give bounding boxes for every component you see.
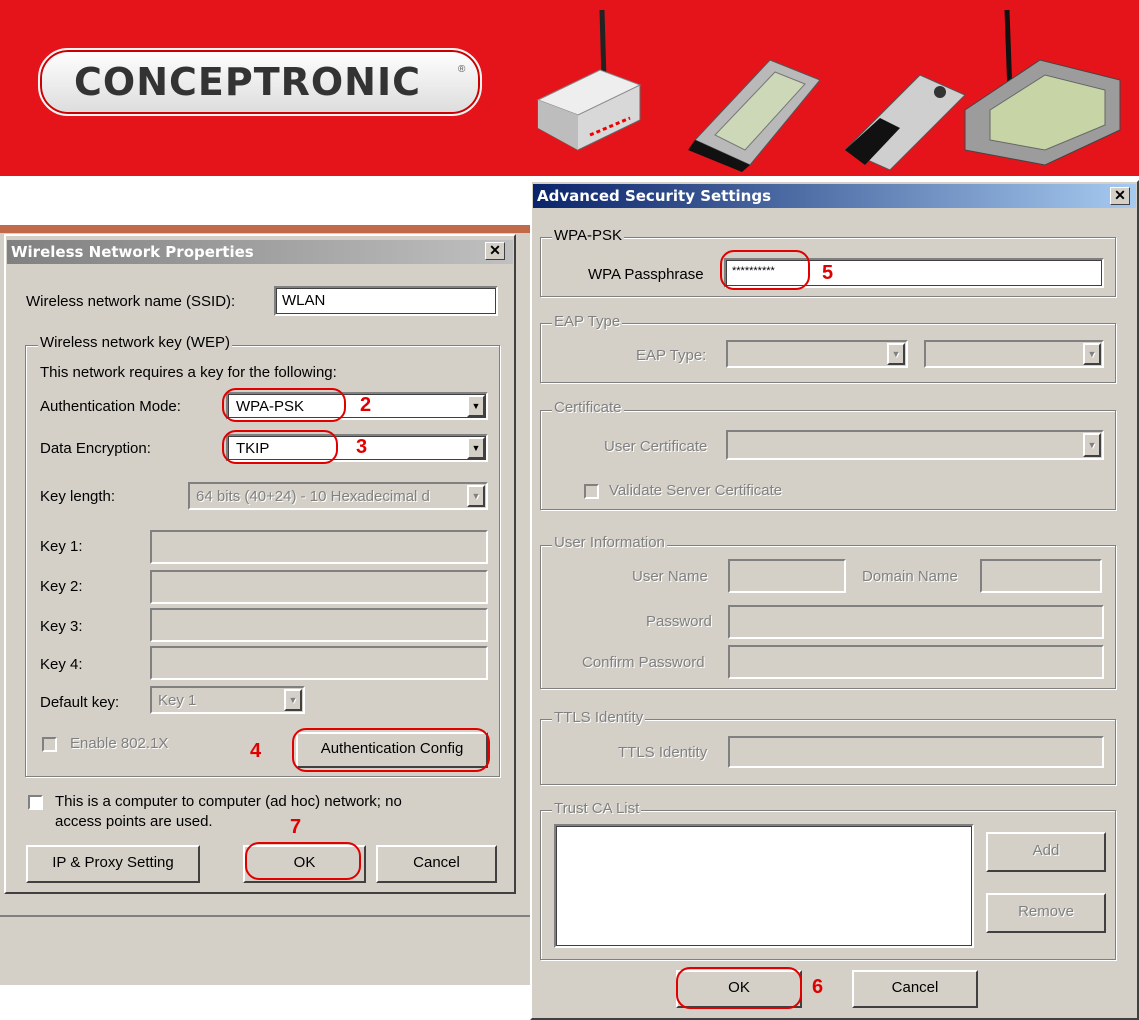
user-cert-label: User Certificate: [604, 438, 708, 455]
annotation-4: 4: [250, 740, 262, 762]
domain-name-label: Domain Name: [862, 568, 958, 585]
certificate-group-legend: Certificate: [552, 399, 624, 416]
domain-name-input[interactable]: [980, 559, 1102, 593]
wnp-cancel-button[interactable]: Cancel: [376, 845, 497, 883]
annotation-oval-auth-config: [292, 728, 490, 772]
enable-8021x-label: Enable 802.1X: [70, 735, 169, 752]
dropdown-arrow-icon[interactable]: ▼: [1083, 343, 1101, 365]
user-cert-select[interactable]: ▼: [726, 430, 1104, 460]
dropdown-arrow-icon[interactable]: ▼: [284, 689, 302, 711]
passphrase-label: WPA Passphrase: [588, 266, 704, 283]
background-divider: [0, 915, 530, 917]
key2-label: Key 2:: [40, 578, 83, 595]
dropdown-arrow-icon[interactable]: ▼: [887, 343, 905, 365]
pci-card-image: [964, 9, 1121, 166]
ass-title: Advanced Security Settings: [537, 187, 772, 205]
password-label: Password: [646, 613, 712, 630]
annotation-3: 3: [356, 436, 368, 458]
ttls-group-legend: TTLS Identity: [552, 709, 646, 726]
ssid-value: WLAN: [282, 292, 326, 309]
adhoc-text-1: This is a computer to computer (ad hoc) …: [55, 793, 402, 810]
remove-button[interactable]: Remove: [986, 893, 1106, 933]
key1-input[interactable]: [150, 530, 488, 564]
encryption-label: Data Encryption:: [40, 440, 151, 457]
ass-titlebar: Advanced Security Settings: [533, 184, 1136, 208]
annotation-oval-auth-mode: [222, 388, 346, 422]
key-length-value: 64 bits (40+24) - 10 Hexadecimal d: [196, 488, 430, 505]
wnp-titlebar: Wireless Network Properties: [7, 240, 513, 264]
pcmcia-card-image: [688, 59, 821, 172]
default-key-value: Key 1: [158, 692, 197, 709]
default-key-select[interactable]: Key 1 ▼: [150, 686, 305, 714]
wnp-close-icon[interactable]: ✕: [485, 242, 505, 260]
ip-proxy-button[interactable]: IP & Proxy Setting: [26, 845, 200, 883]
dropdown-arrow-icon[interactable]: ▼: [467, 485, 485, 507]
wnp-cancel-label: Cancel: [413, 854, 460, 871]
validate-server-cert-checkbox[interactable]: [584, 484, 599, 499]
eap-type-select[interactable]: ▼: [726, 340, 908, 368]
dropdown-arrow-icon[interactable]: ▼: [467, 437, 485, 459]
ass-cancel-label: Cancel: [891, 979, 939, 996]
annotation-5: 5: [822, 262, 834, 284]
usb-adapter-image: [844, 74, 966, 171]
add-label: Add: [1032, 842, 1060, 859]
dropdown-arrow-icon[interactable]: ▼: [467, 395, 485, 417]
annotation-6: 6: [812, 976, 824, 998]
validate-server-cert-label: Validate Server Certificate: [609, 482, 783, 499]
enable-8021x-checkbox[interactable]: [42, 737, 57, 752]
adhoc-checkbox[interactable]: [28, 795, 43, 810]
add-button[interactable]: Add: [986, 832, 1106, 872]
dropdown-arrow-icon[interactable]: ▼: [1083, 433, 1101, 457]
adhoc-text-2: access points are used.: [55, 813, 213, 830]
ssid-input[interactable]: WLAN: [274, 286, 498, 316]
trademark-mark: ®: [458, 64, 466, 75]
wpapsk-group-legend: WPA-PSK: [552, 227, 625, 244]
confirm-password-input[interactable]: [728, 645, 1104, 679]
ass-close-icon[interactable]: ✕: [1110, 187, 1130, 205]
eap-subtype-select[interactable]: ▼: [924, 340, 1104, 368]
annotation-oval-ass-ok: [676, 967, 802, 1009]
key4-input[interactable]: [150, 646, 488, 680]
ssid-label: Wireless network name (SSID):: [26, 293, 236, 310]
annotation-oval-encryption: [222, 430, 338, 464]
router-image: [536, 9, 642, 151]
ttls-label: TTLS Identity: [618, 744, 708, 761]
ip-proxy-label: IP & Proxy Setting: [52, 854, 174, 871]
eap-type-label: EAP Type:: [636, 347, 707, 364]
confirm-password-label: Confirm Password: [582, 654, 705, 671]
ttls-input[interactable]: [728, 736, 1104, 768]
annotation-oval-passphrase: [720, 250, 810, 290]
wep-group-legend: Wireless network key (WEP): [38, 334, 233, 351]
background-bottom: [0, 985, 530, 1020]
key-length-label: Key length:: [40, 488, 116, 505]
key3-label: Key 3:: [40, 618, 83, 635]
annotation-7: 7: [290, 816, 302, 838]
user-name-input[interactable]: [728, 559, 846, 593]
eap-group-legend: EAP Type: [552, 313, 623, 330]
auth-mode-label: Authentication Mode:: [40, 398, 181, 415]
key3-input[interactable]: [150, 608, 488, 642]
key-length-select[interactable]: 64 bits (40+24) - 10 Hexadecimal d ▼: [188, 482, 488, 510]
key4-label: Key 4:: [40, 656, 83, 673]
password-input[interactable]: [728, 605, 1104, 639]
key1-label: Key 1:: [40, 538, 83, 555]
conceptronic-logo: CONCEPTRONIC: [74, 60, 422, 104]
remove-label: Remove: [1018, 903, 1074, 920]
key2-input[interactable]: [150, 570, 488, 604]
background-titlebar-strip: [0, 225, 530, 233]
annotation-2: 2: [360, 394, 372, 416]
trust-ca-list[interactable]: [554, 824, 974, 948]
annotation-oval-wnp-ok: [245, 842, 361, 880]
wnp-title: Wireless Network Properties: [11, 243, 254, 261]
ass-cancel-button[interactable]: Cancel: [852, 970, 978, 1008]
trust-ca-group-legend: Trust CA List: [552, 800, 642, 817]
product-images: [536, 9, 1121, 172]
user-name-label: User Name: [632, 568, 708, 585]
requires-text: This network requires a key for the foll…: [40, 364, 337, 381]
user-information-group-legend: User Information: [552, 534, 667, 551]
default-key-label: Default key:: [40, 694, 120, 711]
